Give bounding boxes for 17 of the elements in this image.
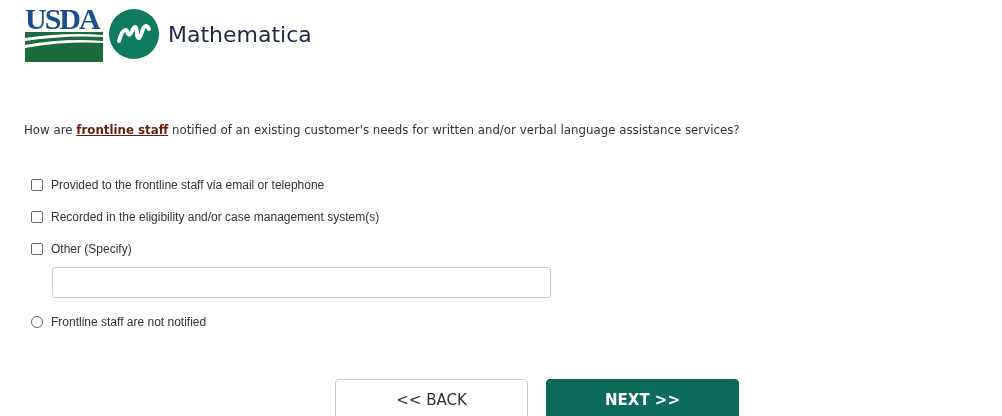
next-button[interactable]: NEXT >> [546, 379, 739, 416]
checkbox[interactable] [31, 179, 43, 191]
field-icon [25, 32, 103, 62]
checkbox[interactable] [31, 211, 43, 223]
question-text: How are frontline staff notified of an existing customer's needs for written and/or verbal language assistance services? [24, 123, 741, 137]
logo-text: Mathematica [168, 21, 312, 47]
logo-text: USDA [25, 6, 101, 32]
answer-option[interactable]: Recorded in the eligibility and/or case management system(s) [31, 201, 380, 233]
term-link[interactable]: frontline staff [76, 123, 169, 137]
radio-button[interactable] [31, 316, 43, 328]
answer-option[interactable]: Provided to the frontline staff via email or telephone [31, 169, 325, 201]
answer-option[interactable]: Frontline staff are not notified [31, 306, 207, 338]
specify-field[interactable] [52, 267, 551, 298]
back-button[interactable]: << BACK [335, 379, 528, 416]
checkbox[interactable] [31, 243, 43, 255]
m-logo-icon [109, 9, 159, 59]
answer-option[interactable]: Other (Specify) [31, 233, 132, 265]
